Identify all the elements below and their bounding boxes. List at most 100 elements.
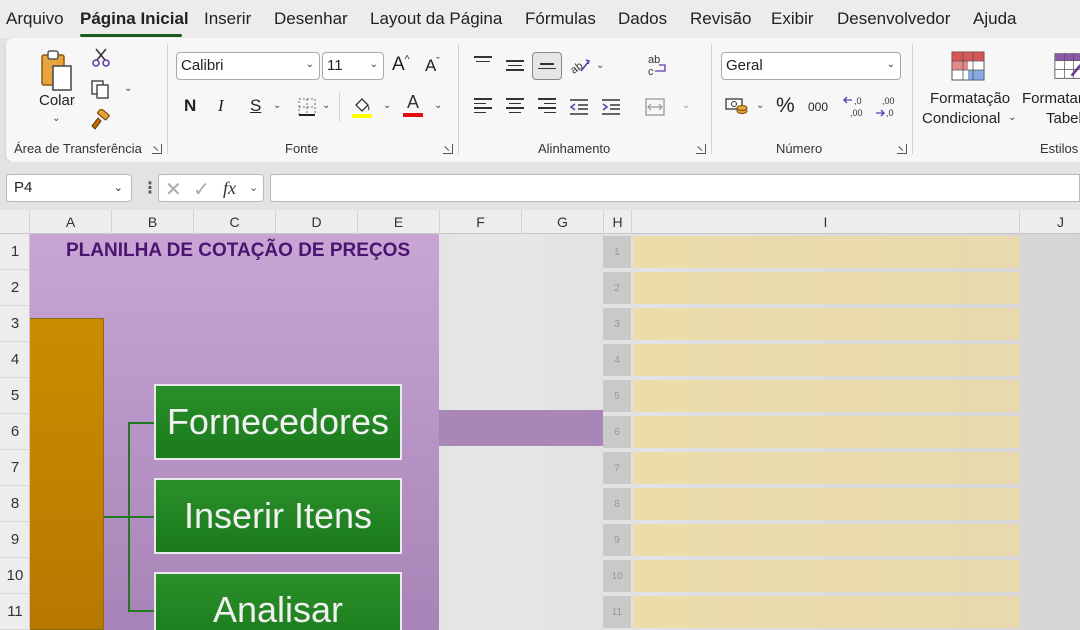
item-entry-cell[interactable] bbox=[633, 236, 1020, 268]
clipboard-launcher-icon[interactable] bbox=[152, 144, 162, 154]
fx-dropdown-icon[interactable]: ⌄ bbox=[249, 181, 258, 194]
number-format-combo[interactable]: Geral ⌄ bbox=[721, 52, 901, 80]
paste-dropdown-icon[interactable]: ⌄ bbox=[52, 113, 60, 124]
font-color-dropdown-icon[interactable]: ⌄ bbox=[434, 100, 442, 111]
orientation-icon[interactable]: ab bbox=[568, 54, 592, 76]
column-header-j[interactable]: J bbox=[1020, 210, 1080, 234]
menu-desenvolvedor[interactable]: Desenvolvedor bbox=[837, 9, 950, 29]
merge-dropdown-icon[interactable]: ⌄ bbox=[682, 100, 690, 111]
row-header-3[interactable]: 3 bbox=[0, 306, 30, 342]
format-as-table-line2[interactable]: Tabela bbox=[1046, 110, 1080, 127]
grow-font-icon[interactable]: A^ bbox=[392, 54, 409, 76]
item-entry-cell[interactable] bbox=[633, 524, 1020, 556]
formula-bar-grip-icon[interactable]: ⋮ bbox=[142, 178, 158, 198]
align-middle-icon[interactable] bbox=[506, 60, 524, 74]
font-name-dropdown-icon[interactable]: ⌄ bbox=[306, 59, 314, 70]
fill-color-dropdown-icon[interactable]: ⌄ bbox=[383, 100, 391, 111]
align-left-icon[interactable] bbox=[474, 98, 492, 114]
row-header-2[interactable]: 2 bbox=[0, 270, 30, 306]
conditional-formatting-dropdown-icon[interactable]: ⌄ bbox=[1008, 112, 1016, 123]
item-entry-cell[interactable] bbox=[633, 344, 1020, 376]
inserir-itens-button[interactable]: Inserir Itens bbox=[154, 478, 402, 554]
item-entry-cell[interactable] bbox=[633, 452, 1020, 484]
row-header-8[interactable]: 8 bbox=[0, 486, 30, 522]
enter-icon[interactable]: ✓ bbox=[193, 177, 210, 202]
underline-button[interactable]: S bbox=[250, 96, 261, 116]
wrap-text-icon[interactable]: ab c bbox=[644, 52, 670, 80]
column-header-e[interactable]: E bbox=[358, 210, 440, 234]
item-entry-cell[interactable] bbox=[633, 596, 1020, 628]
name-box-dropdown-icon[interactable]: ⌄ bbox=[114, 181, 123, 194]
comma-style-button[interactable]: 000 bbox=[808, 100, 828, 114]
conditional-formatting-line1[interactable]: Formatação bbox=[930, 90, 1010, 107]
menu-arquivo[interactable]: Arquivo bbox=[6, 9, 64, 29]
copy-dropdown-icon[interactable]: ⌄ bbox=[124, 83, 132, 94]
italic-button[interactable]: I bbox=[218, 96, 224, 116]
menu-layout-da-pagina[interactable]: Layout da Página bbox=[370, 9, 502, 29]
align-bottom-button[interactable] bbox=[532, 52, 562, 80]
alignment-launcher-icon[interactable] bbox=[696, 144, 706, 154]
column-header-f[interactable]: F bbox=[440, 210, 522, 234]
format-as-table-line1[interactable]: Formatar bbox=[1022, 90, 1080, 107]
format-painter-icon[interactable] bbox=[88, 108, 112, 132]
row-header-1[interactable]: 1 bbox=[0, 234, 30, 270]
shrink-font-icon[interactable]: Aˇ bbox=[425, 56, 440, 76]
row-header-7[interactable]: 7 bbox=[0, 450, 30, 486]
font-size-dropdown-icon[interactable]: ⌄ bbox=[370, 59, 378, 70]
align-center-icon[interactable] bbox=[506, 98, 524, 114]
copy-icon[interactable] bbox=[88, 78, 112, 100]
paste-icon[interactable] bbox=[38, 48, 78, 94]
format-as-table-icon[interactable] bbox=[1054, 50, 1080, 82]
font-launcher-icon[interactable] bbox=[443, 144, 453, 154]
align-right-icon[interactable] bbox=[538, 98, 556, 114]
select-all-corner[interactable] bbox=[0, 210, 30, 234]
cancel-icon[interactable]: ✕ bbox=[165, 177, 182, 202]
item-entry-cell[interactable] bbox=[633, 560, 1020, 592]
percent-style-button[interactable]: % bbox=[776, 94, 795, 118]
borders-icon[interactable] bbox=[296, 96, 318, 118]
name-box[interactable]: P4 ⌄ bbox=[6, 174, 132, 202]
column-header-h[interactable]: H bbox=[604, 210, 632, 234]
decrease-indent-icon[interactable] bbox=[568, 96, 590, 118]
column-header-b[interactable]: B bbox=[112, 210, 194, 234]
font-name-combo[interactable]: Calibri ⌄ bbox=[176, 52, 320, 80]
number-format-dropdown-icon[interactable]: ⌄ bbox=[887, 59, 895, 70]
item-entry-cell[interactable] bbox=[633, 416, 1020, 448]
accounting-format-icon[interactable] bbox=[724, 96, 750, 118]
menu-exibir[interactable]: Exibir bbox=[771, 9, 814, 29]
menu-revisao[interactable]: Revisão bbox=[690, 9, 751, 29]
row-header-11[interactable]: 11 bbox=[0, 594, 30, 630]
menu-ajuda[interactable]: Ajuda bbox=[973, 9, 1016, 29]
bold-button[interactable]: N bbox=[184, 96, 196, 116]
font-size-combo[interactable]: 11 ⌄ bbox=[322, 52, 384, 80]
row-header-4[interactable]: 4 bbox=[0, 342, 30, 378]
column-header-c[interactable]: C bbox=[194, 210, 276, 234]
fill-color-icon[interactable] bbox=[351, 94, 373, 120]
underline-dropdown-icon[interactable]: ⌄ bbox=[273, 100, 281, 111]
insert-function-icon[interactable]: fx bbox=[223, 178, 236, 199]
column-header-a[interactable]: A bbox=[30, 210, 112, 234]
item-entry-cell[interactable] bbox=[633, 272, 1020, 304]
sheet-area[interactable]: PLANILHA DE COTAÇÃO DE PREÇOS Fornecedor… bbox=[30, 234, 1080, 630]
increase-indent-icon[interactable] bbox=[600, 96, 622, 118]
conditional-formatting-line2[interactable]: Condicional bbox=[922, 110, 1000, 127]
fornecedores-button[interactable]: Fornecedores bbox=[154, 384, 402, 460]
increase-decimal-icon[interactable]: ,0,00 bbox=[842, 94, 868, 120]
conditional-formatting-icon[interactable] bbox=[950, 50, 986, 82]
item-entry-cell[interactable] bbox=[633, 380, 1020, 412]
accounting-dropdown-icon[interactable]: ⌄ bbox=[756, 100, 764, 111]
merge-center-icon[interactable] bbox=[644, 96, 666, 118]
row-header-6[interactable]: 6 bbox=[0, 414, 30, 450]
column-header-i[interactable]: I bbox=[632, 210, 1020, 234]
paste-label[interactable]: Colar bbox=[39, 92, 75, 109]
menu-desenhar[interactable]: Desenhar bbox=[274, 9, 348, 29]
menu-dados[interactable]: Dados bbox=[618, 9, 667, 29]
row-header-10[interactable]: 10 bbox=[0, 558, 30, 594]
number-launcher-icon[interactable] bbox=[897, 144, 907, 154]
orientation-dropdown-icon[interactable]: ⌄ bbox=[596, 60, 604, 71]
menu-formulas[interactable]: Fórmulas bbox=[525, 9, 596, 29]
column-header-g[interactable]: G bbox=[522, 210, 604, 234]
menu-pagina-inicial[interactable]: Página Inicial bbox=[80, 9, 189, 29]
column-header-d[interactable]: D bbox=[276, 210, 358, 234]
font-color-icon[interactable]: A bbox=[402, 92, 424, 118]
